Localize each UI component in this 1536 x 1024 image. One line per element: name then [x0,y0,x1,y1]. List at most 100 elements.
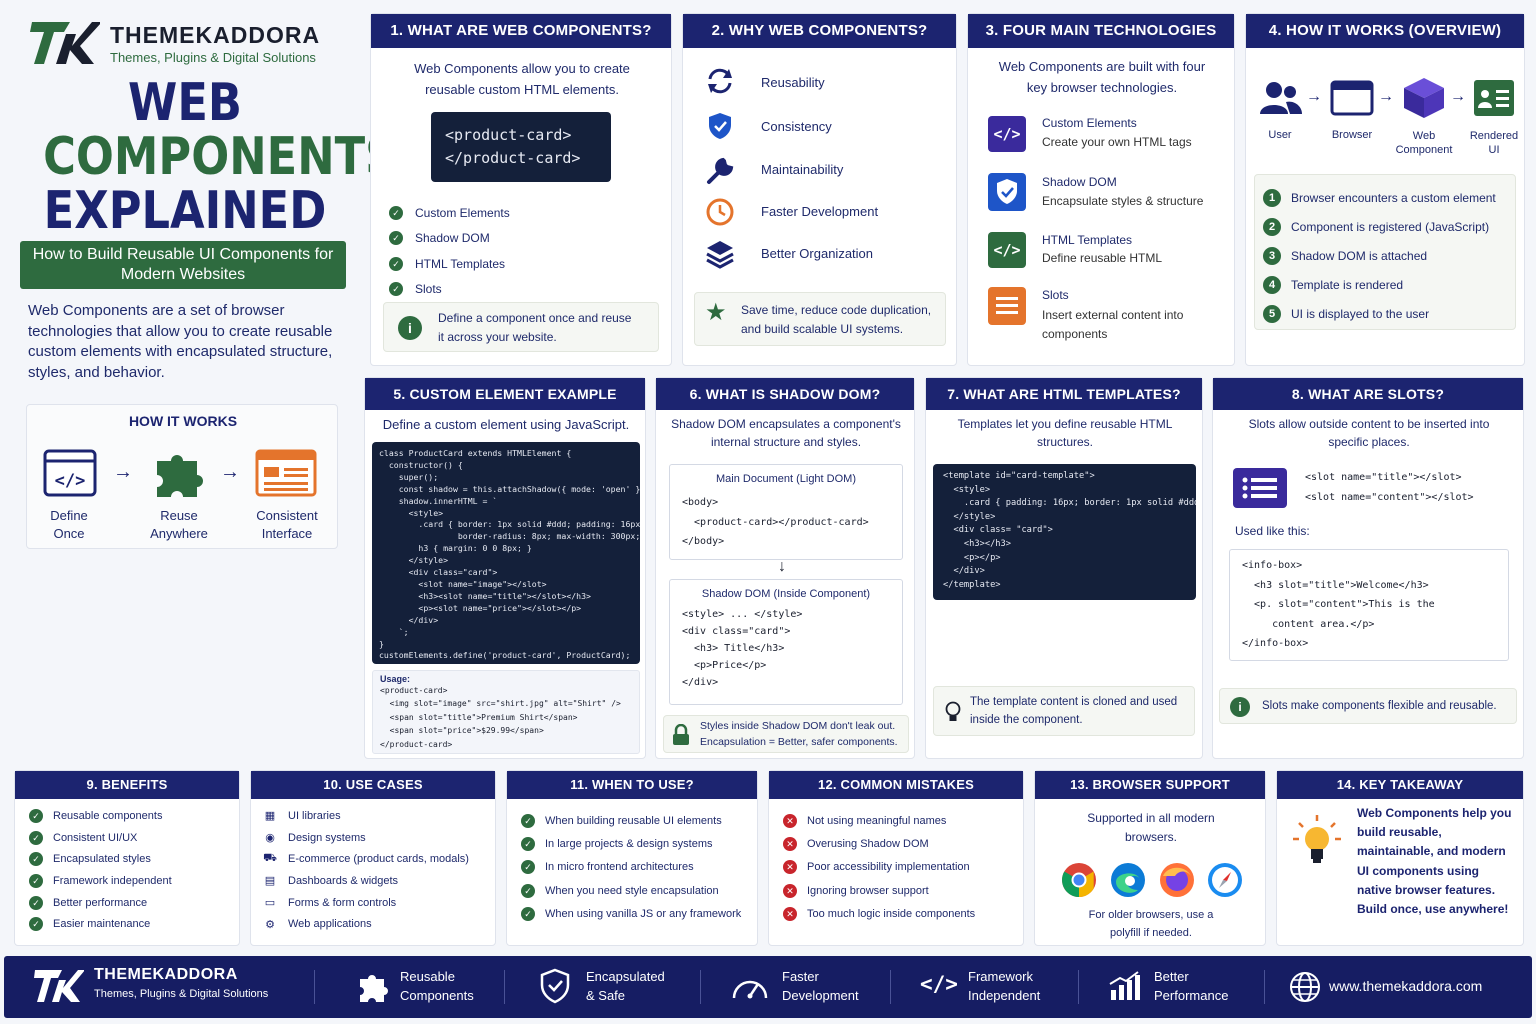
section-when-to-use: 11. WHEN TO USE? ✓ When building reusable… [506,770,758,946]
x-icon: ✕ [783,813,797,828]
check-icon: ✓ [521,883,535,898]
x-icon: ✕ [783,883,797,898]
shadow-dom-code: <style> ... </style> <div class="card"> <… [670,600,902,697]
list-item: ▦ UI libraries [264,809,341,823]
flow-label: Web Component [1395,130,1453,156]
section-8-note: i Slots make components flexible and reu… [1219,688,1517,724]
firefox-icon [1160,863,1194,897]
check-icon: ✓ [521,813,535,828]
section-3-lead: Web Components are built with four key b… [998,59,1206,95]
used-code: <info-box> <h3 slot="title">Welcome</h3>… [1229,549,1509,661]
mistakes-list: ✕ Not using meaningful names ✕ Overusing S… [783,809,975,925]
tk-logo-icon [30,22,102,64]
tech-custom-elements-icon: </> [988,116,1026,152]
shadow-dom-title: Shadow DOM (Inside Component) [701,588,871,600]
check-icon: ✓ [29,852,43,867]
check-icon: ✓ [389,205,403,220]
section-5-lead: Define a custom element using JavaScript… [382,417,630,432]
section-4-title: 4. HOW IT WORKS (OVERVIEW) [1246,14,1524,48]
code-line: </style> [943,511,996,522]
code-line: <style> [943,484,991,495]
light-dom-title: Main Document (Light DOM) [716,473,856,485]
tech-name: Slots [1042,288,1069,302]
check-icon: ✓ [389,282,403,297]
section-13-lead: Supported in all modern browsers. [1087,811,1215,844]
list-item: ✓ Custom Elements [389,200,510,226]
refresh-icon [708,68,732,94]
section-overview: 4. HOW IT WORKS (OVERVIEW) → → → User Br… [1245,13,1525,366]
section-benefits: 9. BENEFITS ✓ Reusable components ✓ Consis… [14,770,240,946]
section-1-title: 1. WHAT ARE WEB COMPONENTS? [371,14,671,48]
when-list: ✓ When building reusable UI elements ✓ In … [521,809,741,925]
slot-code: <slot name="title"></slot> <slot name="co… [1305,468,1474,508]
list-item: ✓ Framework independent [29,870,172,892]
dashboard-icon: ▤ [264,875,276,888]
section-13-note: For older browsers, use a polyfill if ne… [1088,909,1214,939]
code-line: <style> ... </style> [682,609,803,620]
code-line: <p><slot name="price"></slot></p> [379,602,582,613]
list-item: ✓ Shadow DOM [389,226,510,252]
code-line: <div class="card"> [379,567,498,578]
tech-name: Shadow DOM [1042,175,1117,189]
code-line: </div> [943,566,985,577]
footer-divider [700,970,701,1004]
list-item: ✓ When you need style encapsulation [521,879,741,902]
code-line: class ProductCard extends HTMLElement { [379,448,572,458]
library-icon: ▦ [264,810,276,823]
why-item: Faster Development [761,204,879,219]
check-icon: ✓ [29,917,43,932]
check-icon: ✓ [389,256,403,271]
code-line: <template id="card-template"> [943,471,1095,481]
x-icon: ✕ [783,906,797,921]
down-arrow: ↓ [778,558,786,575]
list-item: ✓ Reusable components [29,805,172,827]
code-line: content area.</p> [1242,618,1375,630]
code-window-icon: </> [43,449,97,497]
section-custom-element-example: 5. CUSTOM ELEMENT EXAMPLE Define a custo… [364,377,646,759]
footer-divider [504,970,505,1004]
list-item: ⚙ Web applications [263,913,469,935]
section-14-title: 14. KEY TAKEAWAY [1277,771,1523,799]
section-1-note: i Define a component once and reuse it a… [383,302,659,352]
check-icon: ✓ [29,808,43,823]
why-item: Maintainability [761,162,844,177]
speedometer-icon [732,980,768,999]
section-what-are: 1. WHAT ARE WEB COMPONENTS? Web Componen… [370,13,672,366]
footer-divider [1264,970,1265,1004]
check-icon: ✓ [389,231,403,246]
tech-desc: Encapsulate styles & structure [1042,194,1204,208]
shield-icon [540,968,570,1004]
section-html-templates: 7. WHAT ARE HTML TEMPLATES? Templates le… [925,377,1203,759]
section-3-title: 3. FOUR MAIN TECHNOLOGIES [968,14,1234,48]
lightbulb-icon [1293,815,1341,863]
info-icon: i [398,316,422,340]
section-why: 2. WHY WEB COMPONENTS? Reusability Consi… [682,13,957,366]
list-item: ✓ When building reusable UI elements [521,809,741,832]
usage-line: <span slot="price">$29.99</span> [380,726,544,736]
footer-url[interactable]: www.themekaddora.com [1329,978,1482,994]
code-line: .card { padding: 16px; border: 1px solid… [943,498,1196,509]
template-code: <template id="card-template"> <style> .c… [933,464,1196,600]
section-8-lead: Slots allow outside content to be insert… [1248,417,1490,449]
flow-label: User [1268,129,1292,141]
footer-item-label: Framework Independent [968,969,1041,1003]
code-line: <info-box> [1242,560,1303,571]
hero-title-line1: WEB [128,73,242,133]
section-browser-support: 13. BROWSER SUPPORT Supported in all mod… [1034,770,1266,946]
code-line: h3 { margin: 0 0 8px; } [379,543,532,554]
list-item: ▭ Forms & form controls [264,896,397,910]
code-line: <p. slot="content">This is the [1242,599,1435,610]
footer-item-label: Encapsulated & Safe [586,969,665,1003]
section-6-note: Styles inside Shadow DOM don't leak out.… [663,715,909,753]
section-key-takeaway: 14. KEY TAKEAWAY Web Components help you… [1276,770,1524,946]
list-item: ✓ HTML Templates [389,251,510,277]
globe-icon [1290,972,1320,1002]
code-line: <div class= "card"> [943,525,1053,536]
step-row: 4 Template is rendered [1263,270,1507,299]
code-line: <body> [682,497,719,508]
section-7-note: The template content is cloned and used … [933,686,1195,736]
list-item: ✕ Overusing Shadow DOM [783,832,975,855]
footer-bar: THEMEKADDORA Themes, Plugins & Digital S… [4,956,1532,1018]
check-icon: ✓ [521,906,535,921]
list-item: ✕ Too much logic inside components [783,902,975,925]
